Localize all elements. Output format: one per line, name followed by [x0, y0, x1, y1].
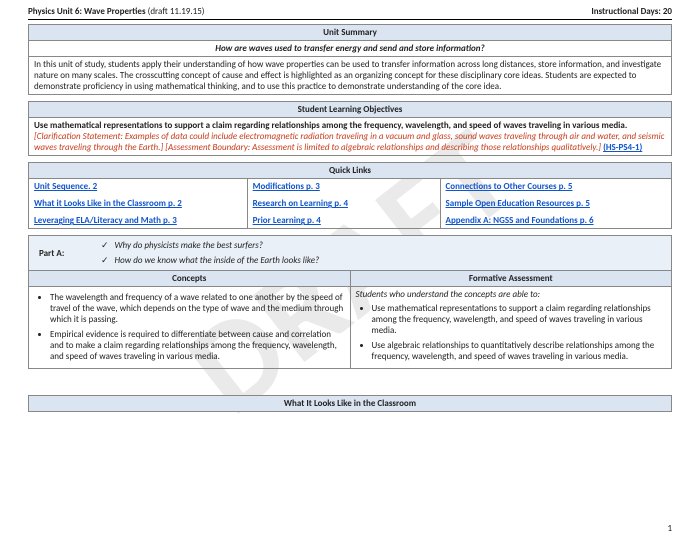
part-a-q2: How do we know what the inside of the Ea…: [115, 255, 320, 266]
header-rule: [28, 19, 672, 20]
part-a-box: Part A: ✓ Why do physicists make the best…: [28, 235, 672, 369]
concepts-cell: The wavelength and frequency of a wave r…: [29, 287, 351, 369]
link-appendix-a[interactable]: Appendix A: NGSS and Foundations p. 6: [446, 215, 594, 226]
concept-item: The wavelength and frequency of a wave r…: [50, 292, 345, 325]
formative-item: Use algebraic relationships to quantitat…: [372, 340, 667, 362]
link-research[interactable]: Research on Learning p. 4: [253, 198, 348, 209]
quick-links-box: Quick Links Unit Sequence. 2 What it Loo…: [28, 162, 672, 229]
formative-intro: Students who understand the concepts are…: [356, 289, 667, 300]
link-unit-sequence[interactable]: Unit Sequence. 2: [34, 181, 97, 192]
essential-question: How are waves used to transfer energy an…: [29, 41, 672, 57]
link-oer[interactable]: Sample Open Education Resources p. 5: [446, 198, 590, 209]
part-a-row: Part A: ✓ Why do physicists make the best…: [29, 236, 672, 271]
concept-item: Empirical evidence is required to differ…: [50, 329, 345, 362]
part-a-q1: Why do physicists make the best surfers?: [115, 240, 263, 251]
page-header: Physics Unit 6: Wave Properties (draft 1…: [28, 6, 672, 17]
page-number: 1: [667, 523, 672, 534]
formative-item: Use mathematical representations to supp…: [372, 303, 667, 336]
unit-title: Physics Unit 6: Wave Properties: [28, 6, 146, 17]
quick-links-col1: Unit Sequence. 2 What it Looks Like in t…: [29, 179, 248, 229]
slo-clarification: [Clarification Statement: Examples of da…: [34, 131, 664, 153]
classroom-band-box: What It Looks Like in the Classroom: [28, 395, 672, 412]
link-modifications[interactable]: Modifications p. 3: [253, 181, 320, 192]
classroom-band: What It Looks Like in the Classroom: [29, 396, 672, 412]
quick-links-band: Quick Links: [29, 163, 672, 179]
summary-body: In this unit of study, students apply th…: [29, 57, 672, 95]
slo-main: Use mathematical representations to supp…: [34, 120, 627, 131]
draft-date: (draft 11.19.15): [146, 6, 205, 17]
slo-band: Student Learning Objectives: [29, 102, 672, 118]
slo-box: Student Learning Objectives Use mathemat…: [28, 101, 672, 156]
check-icon: ✓: [101, 240, 109, 250]
formative-cell: Students who understand the concepts are…: [350, 287, 672, 369]
instructional-days: Instructional Days: 20: [591, 6, 672, 17]
part-a-label: Part A:: [34, 238, 86, 268]
standard-code-link[interactable]: (HS-PS4-1): [603, 142, 642, 153]
link-classroom[interactable]: What it Looks Like in the Classroom p. 2: [34, 198, 182, 209]
unit-summary-box: Unit Summary How are waves used to trans…: [28, 24, 672, 95]
slo-body: Use mathematical representations to supp…: [29, 118, 672, 156]
concepts-band: Concepts: [29, 271, 351, 287]
link-ela-math[interactable]: Leveraging ELA/Literacy and Math p. 3: [34, 215, 177, 226]
link-prior-learning[interactable]: Prior Learning p. 4: [253, 215, 321, 226]
formative-band: Formative Assessment: [350, 271, 672, 287]
quick-links-col2: Modifications p. 3 Research on Learning …: [247, 179, 440, 229]
link-connections[interactable]: Connections to Other Courses p. 5: [446, 181, 573, 192]
header-left: Physics Unit 6: Wave Properties (draft 1…: [28, 6, 204, 17]
quick-links-col3: Connections to Other Courses p. 5 Sample…: [440, 179, 672, 229]
unit-summary-band: Unit Summary: [29, 25, 672, 41]
check-icon: ✓: [101, 255, 109, 265]
